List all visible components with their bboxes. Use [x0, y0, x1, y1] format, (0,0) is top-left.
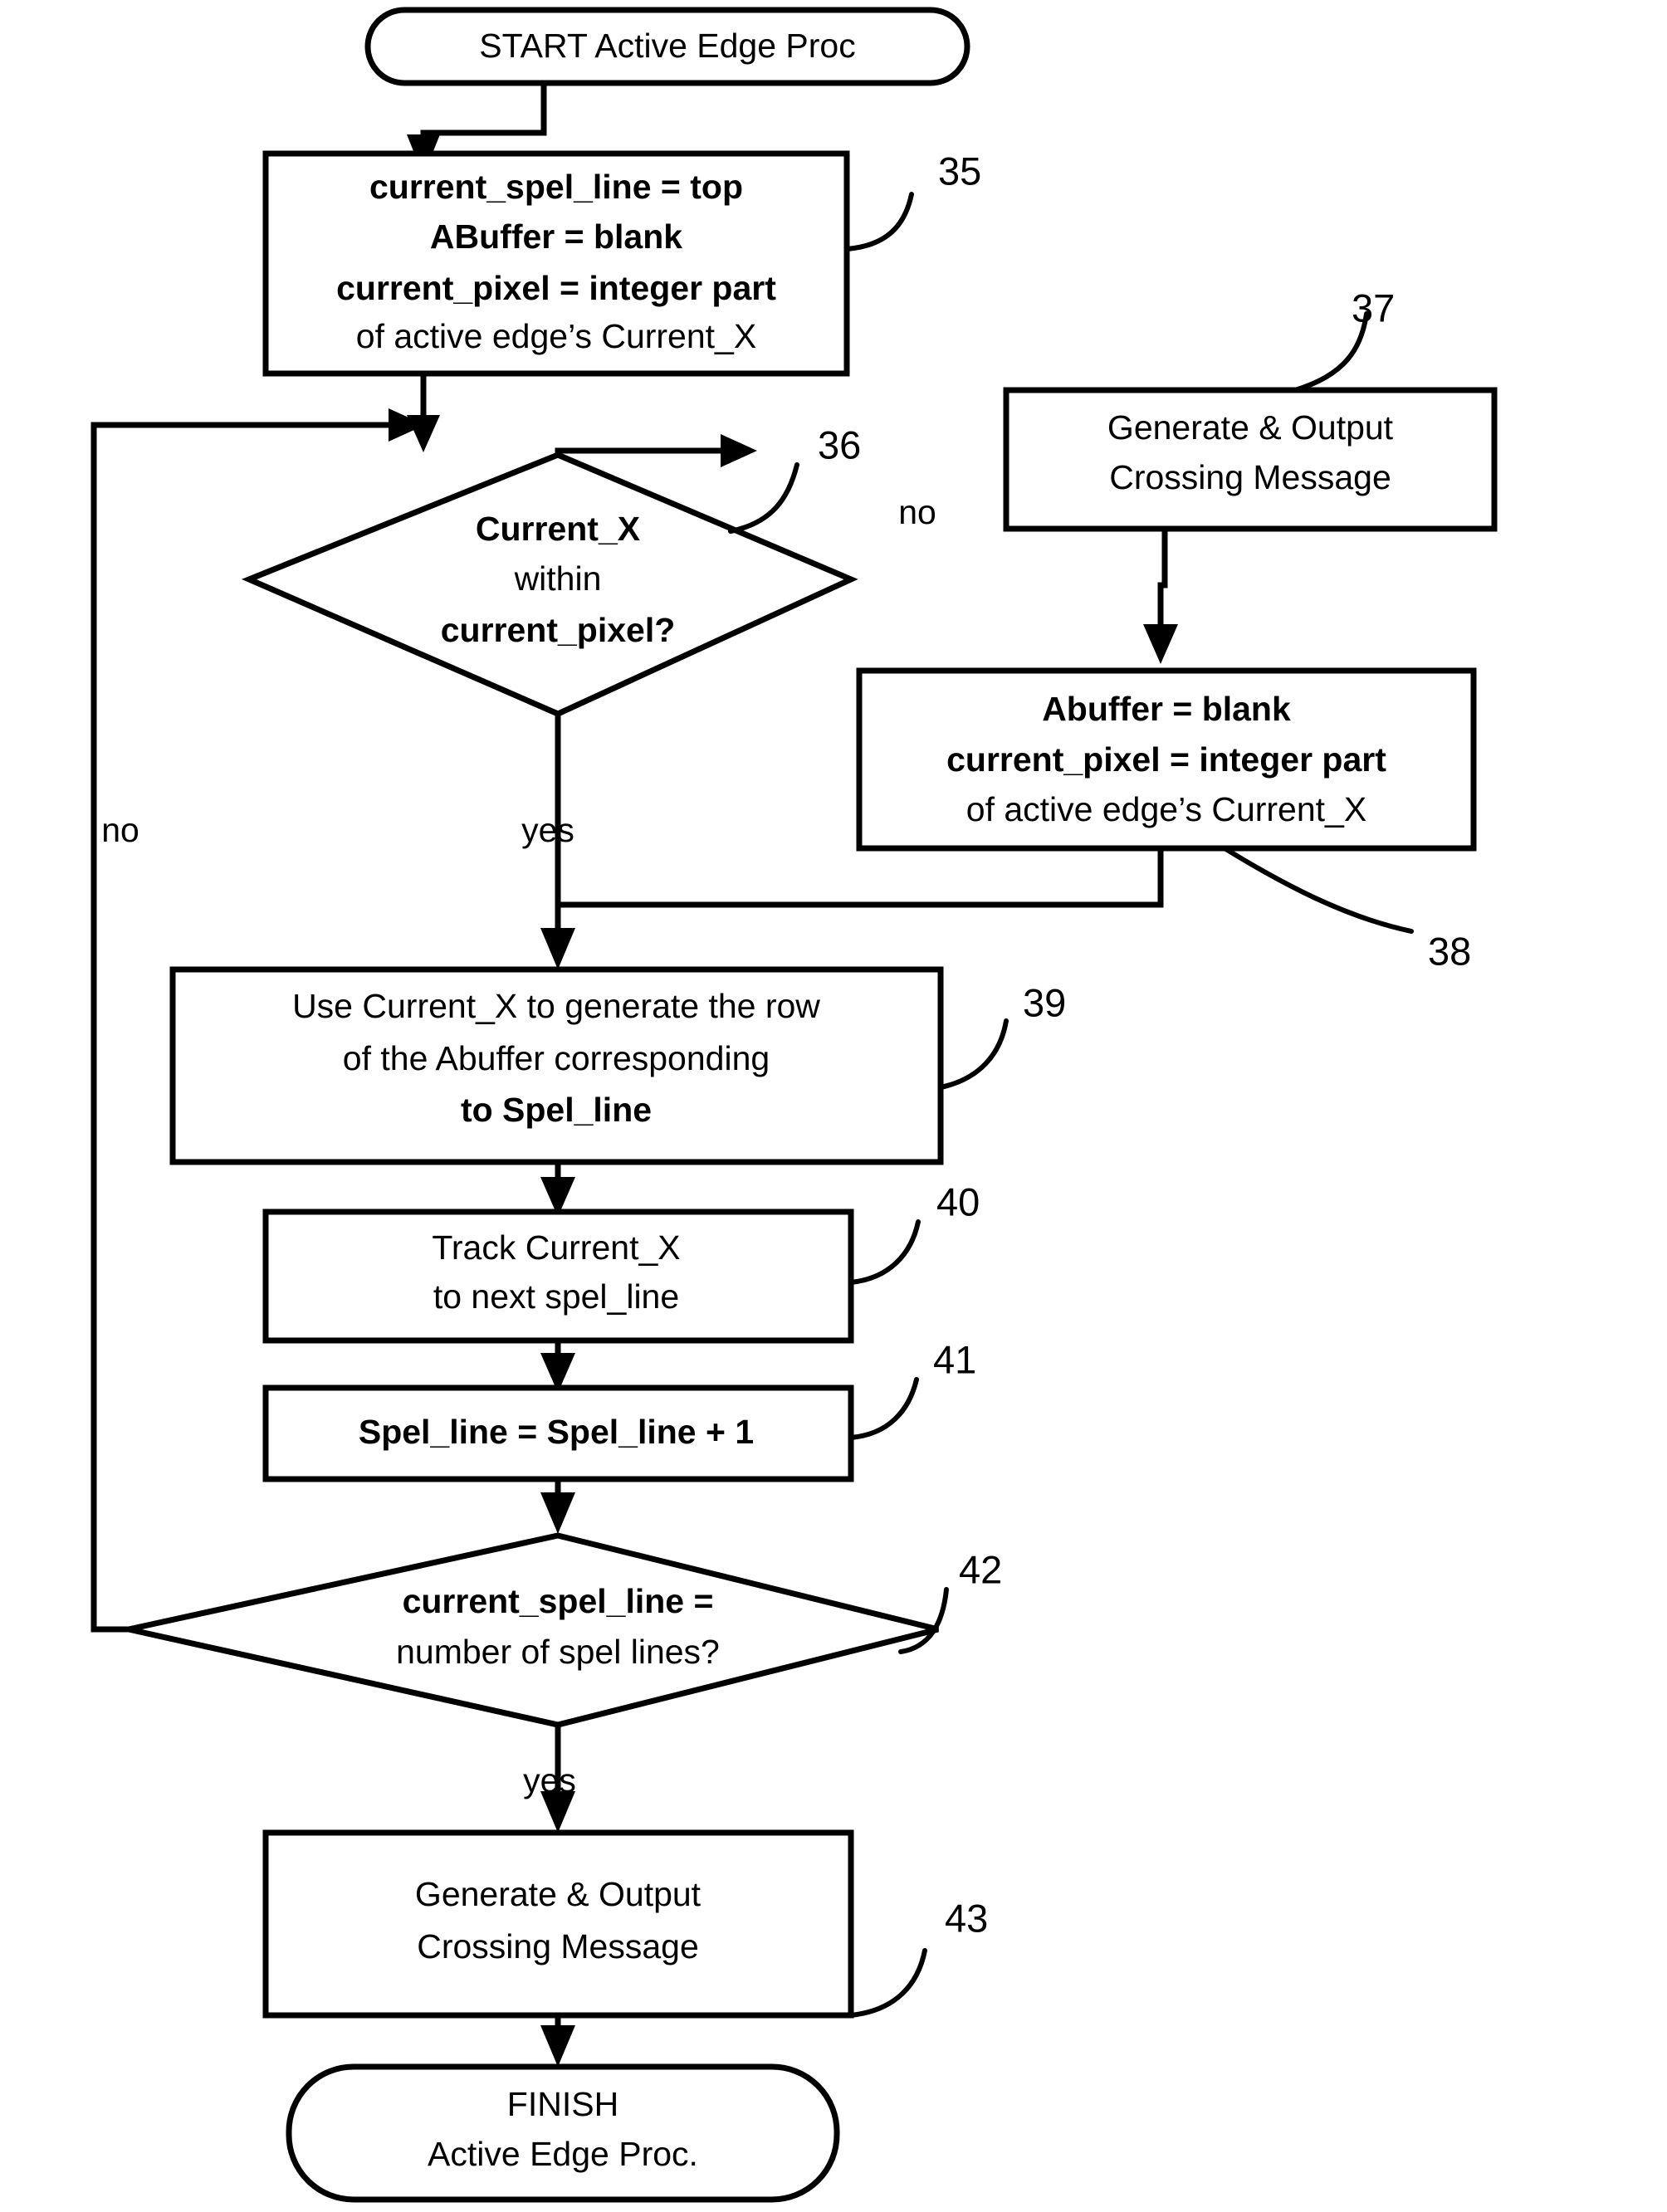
node-39: Use Current_X to generate the row of the… [169, 966, 1066, 1165]
node-35-line4: of active edge’s Current_X [356, 317, 756, 355]
node-start-line1: START Active Edge Proc [479, 27, 855, 65]
node-42-line2: number of spel lines? [396, 1633, 720, 1671]
node-finish-line2: Active Edge Proc. [428, 2135, 698, 2173]
connector-41-to-42 [540, 1479, 575, 1534]
node-36-line2: within [514, 559, 602, 598]
node-finish: FINISH Active Edge Proc. [286, 2063, 840, 2203]
node-37-line2: Crossing Message [1109, 458, 1391, 496]
edge-label-36-yes: yes [521, 811, 574, 849]
node-36-ref: 36 [818, 422, 861, 466]
node-41-line1: Spel_line = Spel_line + 1 [359, 1413, 754, 1451]
node-36-line3: current_pixel? [441, 611, 676, 649]
node-35-line3: current_pixel = integer part [336, 269, 776, 307]
node-38-line2: current_pixel = integer part [946, 740, 1386, 779]
node-41: Spel_line = Spel_line + 1 41 [262, 1337, 976, 1482]
node-35-ref: 35 [938, 149, 981, 193]
edge-label-36-no: no [898, 493, 936, 531]
node-38-ref: 38 [1428, 929, 1471, 973]
node-38: Abuffer = blank current_pixel = integer … [856, 667, 1477, 973]
edge-label-42-no: no [101, 811, 139, 849]
node-39-ref: 39 [1023, 980, 1066, 1024]
node-37-ref: 37 [1352, 286, 1395, 330]
connector-39-to-40 [540, 1162, 575, 1217]
node-finish-line1: FINISH [507, 2085, 618, 2123]
node-37-line1: Generate & Output [1107, 408, 1394, 447]
connector-35-to-36 [407, 374, 440, 452]
node-42-line1: current_spel_line = [403, 1582, 714, 1620]
connector-43-to-finish [540, 2015, 575, 2067]
connector-37-to-38 [1143, 529, 1178, 664]
node-39-line3: to Spel_line [461, 1091, 652, 1129]
flowchart-canvas: START Active Edge Proc current_spel_line… [90, 7, 1498, 2203]
node-36-line1: Current_X [476, 510, 640, 548]
node-38-line3: of active edge’s Current_X [966, 790, 1366, 828]
node-43: Generate & Output Crossing Message 43 [262, 1829, 988, 2019]
node-43-line1: Generate & Output [415, 1875, 702, 1913]
node-40-line2: to next spel_line [433, 1277, 679, 1316]
node-42: current_spel_line = number of spel lines… [128, 1532, 1002, 1728]
node-39-line2: of the Abuffer corresponding [343, 1039, 770, 1077]
node-35-line2: ABuffer = blank [430, 217, 682, 256]
node-37: Generate & Output Crossing Message 37 [1003, 286, 1498, 532]
node-36: Current_X within current_pixel? 36 [241, 422, 861, 717]
node-start: START Active Edge Proc [364, 7, 970, 86]
node-38-line1: Abuffer = blank [1042, 690, 1291, 728]
node-40: Track Current_X to next spel_line 40 [262, 1179, 980, 1344]
node-39-line1: Use Current_X to generate the row [292, 987, 820, 1025]
node-40-ref: 40 [936, 1179, 980, 1223]
node-42-ref: 42 [959, 1547, 1002, 1591]
node-41-ref: 41 [933, 1337, 976, 1381]
connector-40-to-41 [540, 1340, 575, 1393]
node-40-line1: Track Current_X [432, 1228, 680, 1267]
flowchart-diagram: START Active Edge Proc current_spel_line… [0, 0, 1667, 2212]
node-43-ref: 43 [945, 1896, 988, 1940]
node-43-line2: Crossing Message [417, 1927, 699, 1965]
connector-38-to-39 [558, 848, 1164, 908]
edge-label-42-yes: yes [523, 1761, 576, 1799]
node-35-line1: current_spel_line = top [369, 168, 743, 206]
node-35: current_spel_line = top ABuffer = blank … [262, 149, 981, 377]
